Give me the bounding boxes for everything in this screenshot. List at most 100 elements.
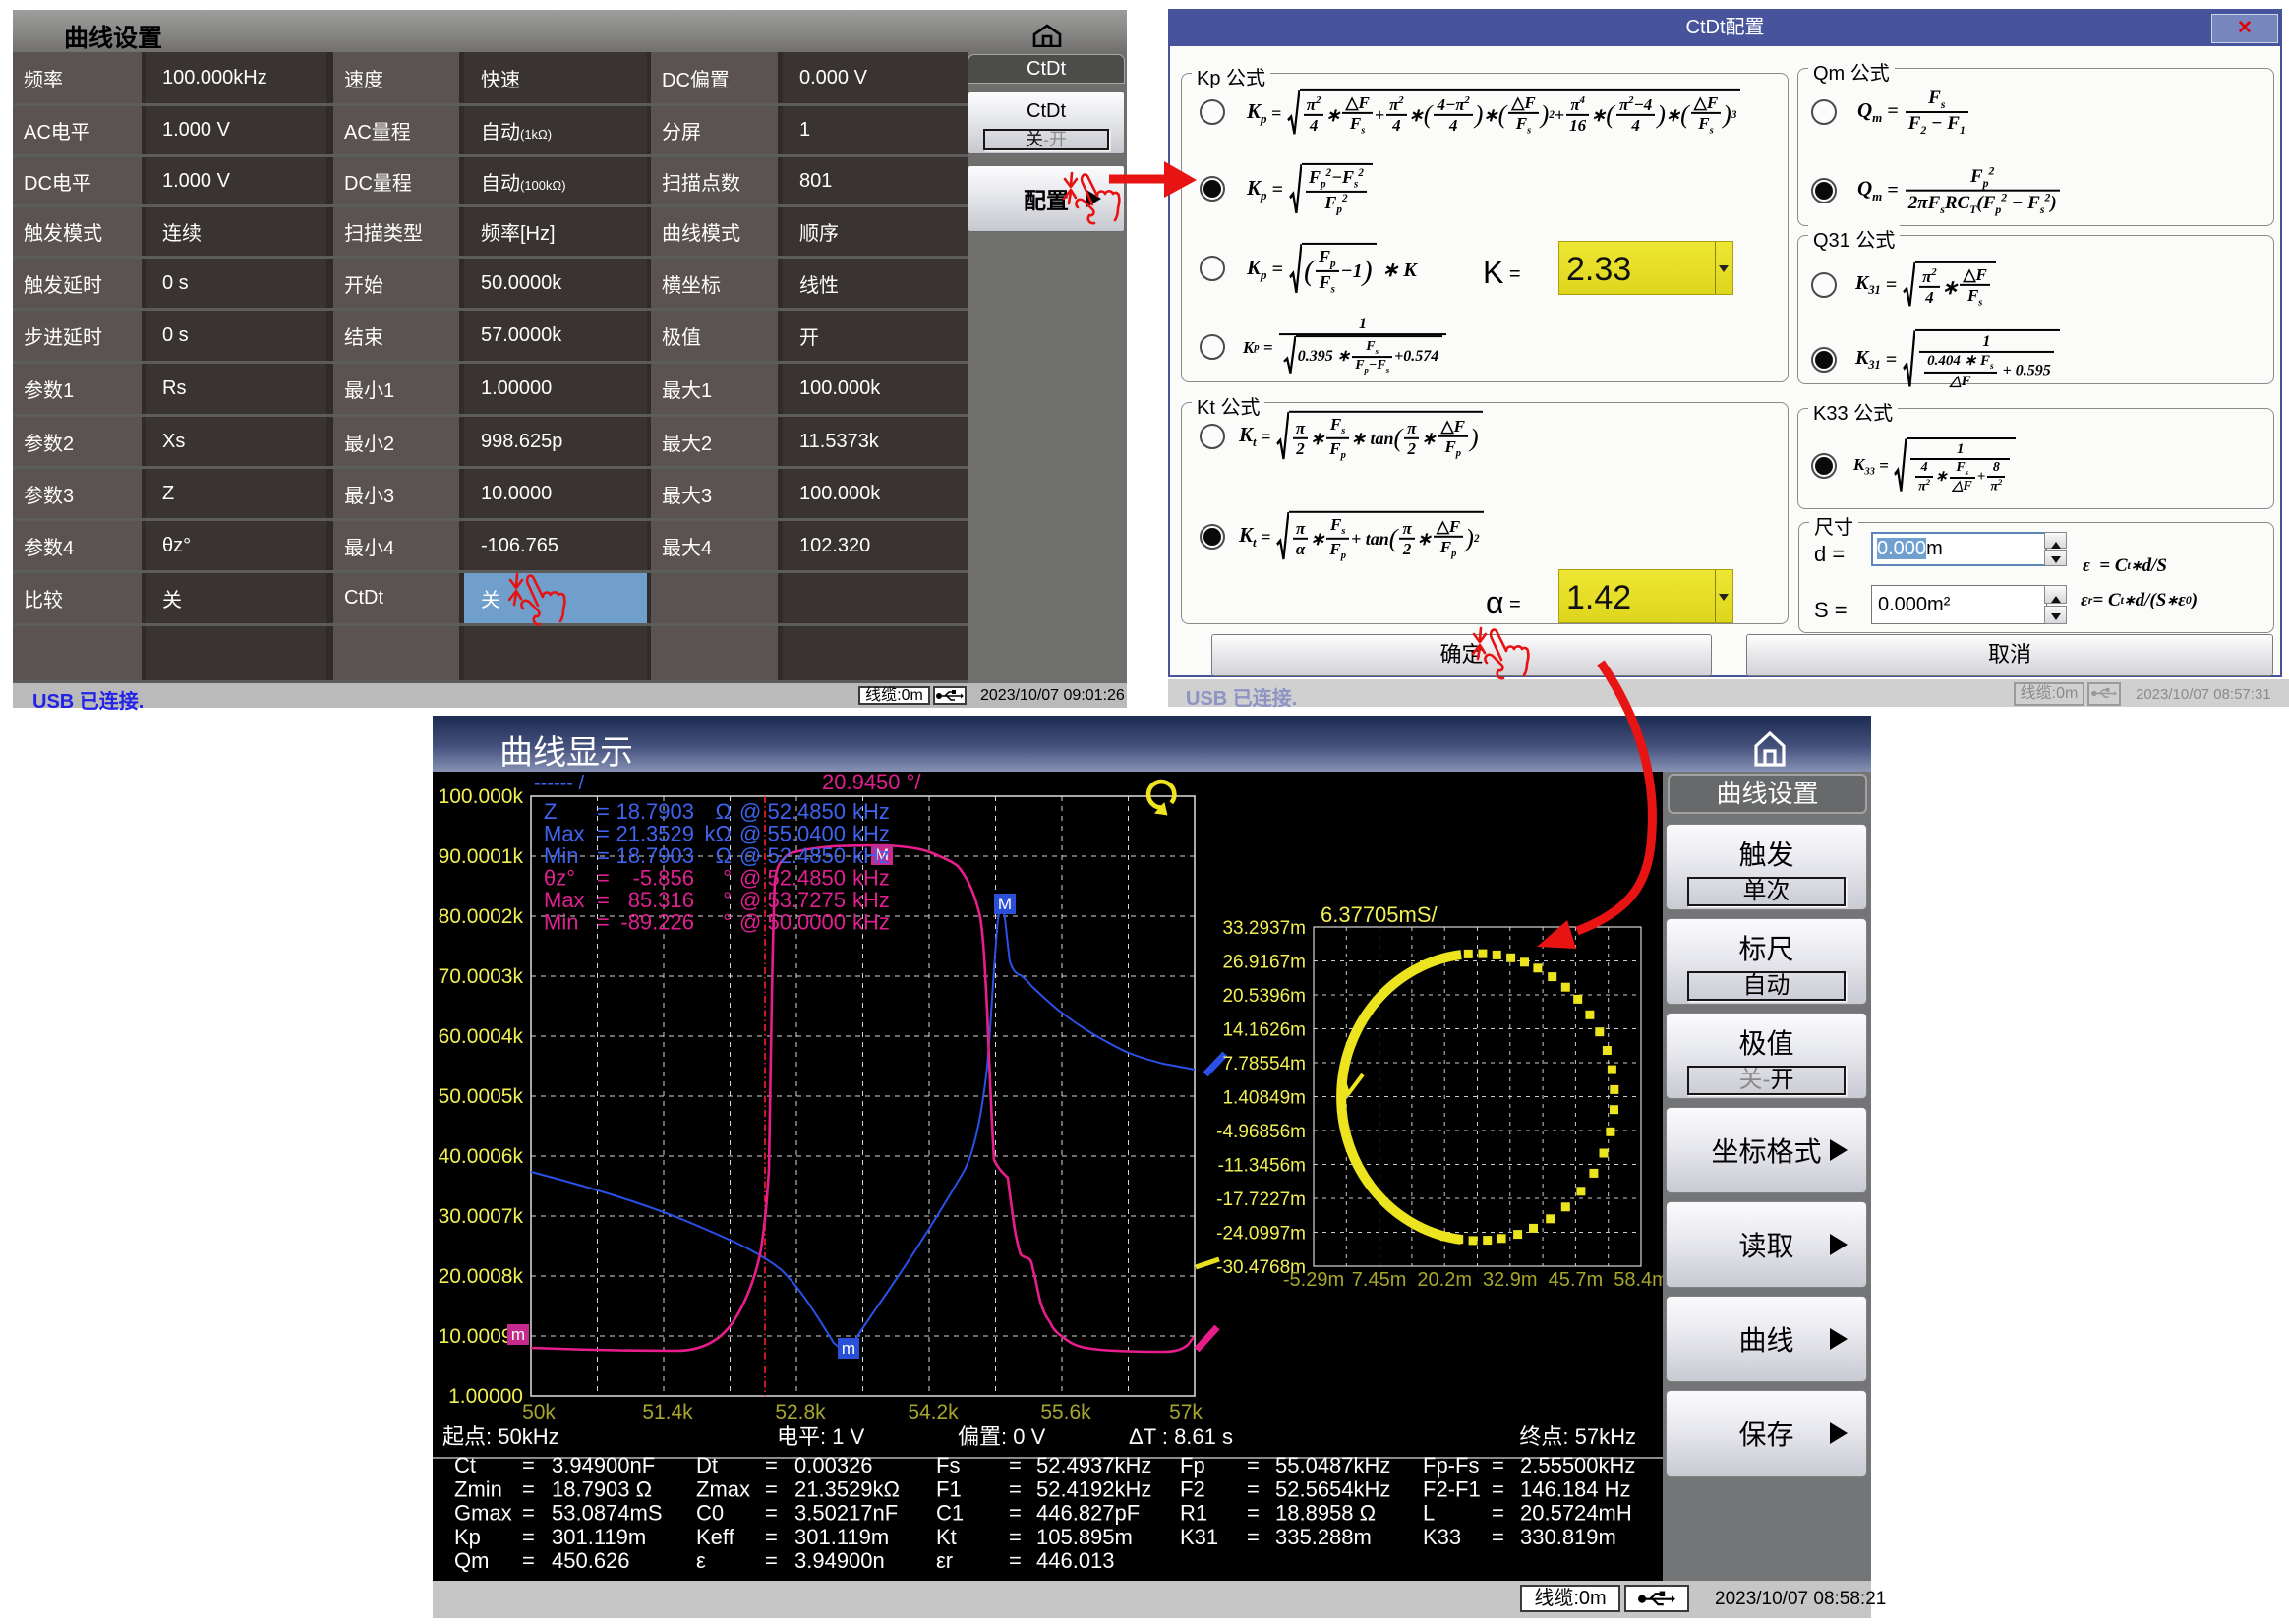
svg-text:301.119m: 301.119m xyxy=(552,1525,646,1549)
svg-text:45.7m: 45.7m xyxy=(1549,1269,1604,1291)
svg-text:=: = xyxy=(1492,1525,1504,1549)
svg-text:=: = xyxy=(1009,1548,1022,1573)
svg-text:=: = xyxy=(522,1501,535,1526)
svg-text:@: @ xyxy=(739,866,761,891)
svg-text:Fp: Fp xyxy=(1180,1453,1205,1478)
svg-text:Qm: Qm xyxy=(454,1548,489,1573)
svg-text:20.0008k: 20.0008k xyxy=(439,1265,524,1288)
svg-text:=: = xyxy=(1247,1501,1260,1526)
svg-text:=: = xyxy=(1247,1525,1260,1549)
svg-text:-5.29m: -5.29m xyxy=(1283,1269,1344,1291)
svg-text:kHz: kHz xyxy=(852,910,890,935)
svg-text:52.5654kHz: 52.5654kHz xyxy=(1275,1477,1390,1501)
svg-text:Keff: Keff xyxy=(696,1525,735,1549)
svg-text:52.4937kHz: 52.4937kHz xyxy=(1036,1453,1151,1478)
svg-text:Ω: Ω xyxy=(716,799,732,824)
svg-text:51.4k: 51.4k xyxy=(642,1401,693,1423)
svg-text:330.819m: 330.819m xyxy=(1520,1525,1616,1549)
svg-text:kHz: kHz xyxy=(852,866,890,891)
svg-text:21.3529kΩ: 21.3529kΩ xyxy=(794,1477,900,1501)
svg-text:θz°: θz° xyxy=(544,866,575,891)
svg-text:终点: 57kHz: 终点: 57kHz xyxy=(1519,1424,1636,1449)
svg-text:@: @ xyxy=(739,843,761,868)
svg-text:Min: Min xyxy=(544,843,578,868)
svg-text:446.013: 446.013 xyxy=(1036,1548,1115,1573)
svg-text:@: @ xyxy=(739,822,761,846)
svg-text:18.7903: 18.7903 xyxy=(616,799,694,824)
svg-text:=: = xyxy=(522,1453,535,1478)
svg-text:1.40849m: 1.40849m xyxy=(1222,1088,1306,1109)
svg-text:60.0004k: 60.0004k xyxy=(439,1025,524,1048)
svg-text:=: = xyxy=(1009,1477,1022,1501)
svg-text:3.50217nF: 3.50217nF xyxy=(794,1501,898,1526)
svg-text:kHz: kHz xyxy=(852,888,890,912)
svg-text:=: = xyxy=(765,1501,778,1526)
svg-text:55.0487kHz: 55.0487kHz xyxy=(1275,1453,1390,1478)
svg-text:ε: ε xyxy=(696,1548,706,1573)
svg-text:K31: K31 xyxy=(1180,1525,1218,1549)
svg-text:146.184 Hz: 146.184 Hz xyxy=(1520,1477,1631,1501)
svg-text:=: = xyxy=(765,1525,778,1549)
svg-text:6.37705mS/: 6.37705mS/ xyxy=(1321,902,1438,927)
svg-text:80.0002k: 80.0002k xyxy=(439,905,524,928)
svg-text:58.4m: 58.4m xyxy=(1614,1269,1663,1291)
svg-text:起点: 50kHz: 起点: 50kHz xyxy=(442,1424,559,1449)
svg-text:R1: R1 xyxy=(1180,1501,1207,1526)
svg-text:18.7903 Ω: 18.7903 Ω xyxy=(552,1477,652,1501)
svg-text:kΩ: kΩ xyxy=(705,822,732,846)
svg-text:26.9167m: 26.9167m xyxy=(1222,953,1306,973)
svg-text:53.0874mS: 53.0874mS xyxy=(552,1501,663,1526)
svg-text:55.6k: 55.6k xyxy=(1040,1401,1091,1423)
svg-text:------ /: ------ / xyxy=(534,773,585,794)
svg-text:m: m xyxy=(511,1325,525,1344)
svg-text:-17.7227m: -17.7227m xyxy=(1216,1189,1306,1210)
svg-text:K33: K33 xyxy=(1423,1525,1461,1549)
svg-text:32.9m: 32.9m xyxy=(1483,1269,1538,1291)
svg-text:Ω: Ω xyxy=(716,843,732,868)
svg-text:Dt: Dt xyxy=(696,1453,718,1478)
svg-text:kHz: kHz xyxy=(852,843,890,868)
svg-text:Min: Min xyxy=(544,910,578,935)
svg-text:=: = xyxy=(1247,1477,1260,1501)
svg-text:446.827pF: 446.827pF xyxy=(1036,1501,1140,1526)
svg-text:C0: C0 xyxy=(696,1501,724,1526)
svg-text:F2-F1: F2-F1 xyxy=(1423,1477,1481,1501)
svg-text:54.2k: 54.2k xyxy=(908,1401,959,1423)
svg-text:Fp-Fs: Fp-Fs xyxy=(1423,1453,1479,1478)
svg-text:=: = xyxy=(1247,1453,1260,1478)
svg-text:°: ° xyxy=(723,910,732,935)
svg-text:@: @ xyxy=(739,910,761,935)
svg-text:=: = xyxy=(597,910,610,935)
svg-text:7.45m: 7.45m xyxy=(1352,1269,1407,1291)
svg-text:20.2m: 20.2m xyxy=(1417,1269,1472,1291)
svg-text:70.0003k: 70.0003k xyxy=(439,965,524,988)
svg-text:Ct: Ct xyxy=(454,1453,476,1478)
svg-text:Zmin: Zmin xyxy=(454,1477,502,1501)
svg-text:=: = xyxy=(765,1548,778,1573)
svg-text:=: = xyxy=(522,1525,535,1549)
svg-text:=: = xyxy=(1009,1453,1022,1478)
svg-text:3.94900nF: 3.94900nF xyxy=(552,1453,655,1478)
svg-text:°: ° xyxy=(723,866,732,891)
svg-text:50.0000: 50.0000 xyxy=(767,910,846,935)
svg-text:C1: C1 xyxy=(936,1501,964,1526)
svg-text:=: = xyxy=(1492,1453,1504,1478)
svg-text:Kt: Kt xyxy=(936,1525,957,1549)
svg-text:Max: Max xyxy=(544,822,585,846)
svg-text:57k: 57k xyxy=(1169,1401,1203,1423)
svg-text:90.0001k: 90.0001k xyxy=(439,845,524,868)
svg-text:85.316: 85.316 xyxy=(628,888,694,912)
svg-text:=: = xyxy=(765,1453,778,1478)
svg-text:20.9450 °/: 20.9450 °/ xyxy=(822,772,921,794)
svg-text:50k: 50k xyxy=(522,1401,556,1423)
svg-text:52.4192kHz: 52.4192kHz xyxy=(1036,1477,1151,1501)
svg-text:105.895m: 105.895m xyxy=(1036,1525,1133,1549)
svg-text:=: = xyxy=(765,1477,778,1501)
svg-text:-11.3456m: -11.3456m xyxy=(1218,1156,1306,1177)
svg-text:=: = xyxy=(597,822,610,846)
svg-text:52.4850: 52.4850 xyxy=(767,843,846,868)
svg-text:301.119m: 301.119m xyxy=(794,1525,889,1549)
svg-text:30.0007k: 30.0007k xyxy=(439,1205,524,1228)
svg-text:Zmax: Zmax xyxy=(696,1477,750,1501)
svg-text:Gmax: Gmax xyxy=(454,1501,512,1526)
